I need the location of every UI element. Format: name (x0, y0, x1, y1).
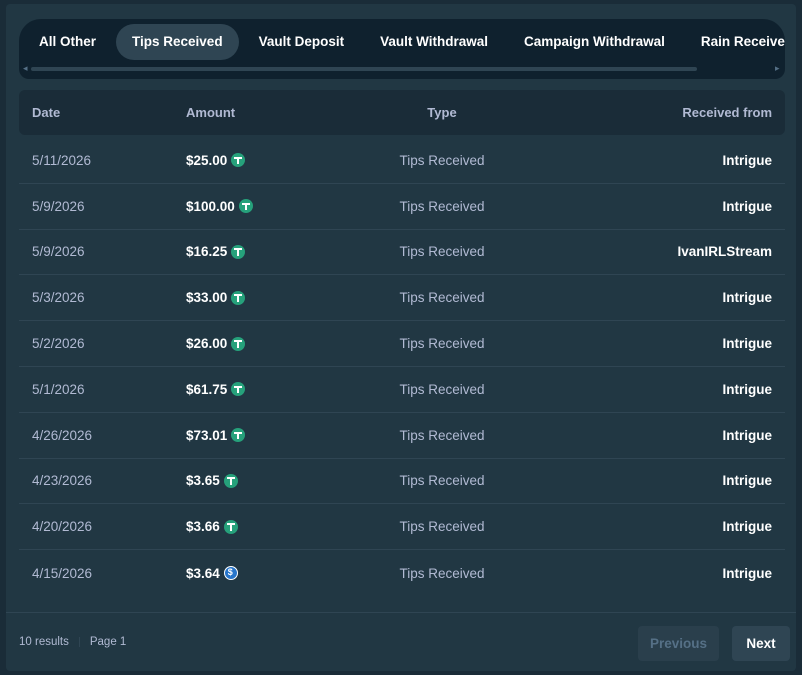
table-row: 5/11/2026 $25.00 Tips Received Intrigue (19, 138, 785, 184)
row-type: Tips Received (399, 473, 485, 489)
row-received-from: Intrigue (722, 152, 773, 168)
tether-icon (231, 244, 246, 259)
row-type: Tips Received (399, 198, 485, 214)
row-type: Tips Received (399, 427, 485, 443)
transactions-table: 5/11/2026 $25.00 Tips Received Intrigue 5/9/… (19, 138, 785, 596)
table-row: 5/2/2026 $26.00 Tips Received Intrigue (19, 321, 785, 367)
row-date: 4/15/2026 (32, 565, 93, 581)
row-date: 4/20/2026 (32, 519, 93, 535)
row-type: Tips Received (399, 152, 485, 168)
tab-campaign-withdrawal[interactable]: Campaign Withdrawal (508, 24, 681, 60)
table-row: 4/15/2026 $3.64 Tips Received Intrigue (19, 550, 785, 596)
row-type: Tips Received (399, 336, 485, 352)
header-amount: Amount (186, 105, 236, 120)
row-amount: $3.64 (186, 566, 361, 581)
tether-icon (231, 336, 246, 351)
header-date: Date (32, 105, 61, 120)
row-type: Tips Received (399, 519, 485, 535)
row-received-from: Intrigue (722, 427, 773, 443)
usdc-icon (223, 566, 238, 581)
tab-rain-received[interactable]: Rain Received (685, 24, 785, 60)
tether-icon (231, 153, 246, 168)
row-amount: $61.75 (186, 382, 361, 397)
table-header: Date Amount Type Received from (19, 90, 785, 135)
table-row: 4/26/2026 $73.01 Tips Received Intrigue (19, 413, 785, 459)
tab-all-other[interactable]: All Other (23, 24, 112, 60)
tether-icon (238, 199, 253, 214)
row-date: 5/9/2026 (32, 244, 85, 260)
header-received-from: Received from (682, 105, 772, 120)
tab-bar: All Other Tips Received Vault Deposit Vault… (19, 19, 785, 79)
row-date: 4/23/2026 (32, 473, 93, 489)
amount-value: $3.65 (186, 473, 220, 489)
row-date: 5/2/2026 (32, 336, 85, 352)
row-type: Tips Received (399, 565, 485, 581)
amount-value: $33.00 (186, 290, 228, 306)
row-date: 5/11/2026 (32, 152, 92, 168)
horizontal-scrollbar[interactable] (31, 67, 771, 71)
row-amount: $73.01 (186, 428, 361, 443)
row-type: Tips Received (399, 244, 485, 260)
row-date: 5/9/2026 (32, 198, 85, 214)
row-received-from: Intrigue (722, 565, 773, 581)
footer-divider (6, 612, 796, 613)
tab-vault-withdrawal[interactable]: Vault Withdrawal (364, 24, 504, 60)
row-amount: $100.00 (186, 199, 361, 214)
tab-vault-deposit[interactable]: Vault Deposit (243, 24, 361, 60)
row-amount: $3.65 (186, 473, 361, 488)
row-received-from: IvanIRLStream (677, 244, 772, 260)
tab-tips-received[interactable]: Tips Received (116, 24, 239, 60)
amount-value: $73.01 (186, 427, 228, 443)
scroll-right-arrow-icon[interactable]: ▸ (775, 63, 780, 74)
row-received-from: Intrigue (722, 473, 773, 489)
table-row: 5/9/2026 $100.00 Tips Received Intrigue (19, 184, 785, 230)
table-row: 5/9/2026 $16.25 Tips Received IvanIRLStream (19, 230, 785, 276)
previous-button[interactable]: Previous (638, 626, 719, 661)
results-count: 10 results (19, 636, 69, 648)
header-type: Type (427, 105, 457, 120)
amount-value: $16.25 (186, 244, 228, 260)
amount-value: $25.00 (186, 152, 228, 168)
amount-value: $61.75 (186, 381, 228, 397)
row-date: 5/3/2026 (32, 290, 85, 306)
tether-icon (223, 473, 238, 488)
tether-icon (223, 519, 238, 534)
amount-value: $3.64 (186, 565, 220, 581)
amount-value: $100.00 (186, 198, 235, 214)
next-button[interactable]: Next (732, 626, 790, 661)
row-date: 5/1/2026 (32, 381, 85, 397)
page-indicator: Page 1 (89, 636, 127, 648)
amount-value: $26.00 (186, 336, 228, 352)
table-row: 5/3/2026 $33.00 Tips Received Intrigue (19, 275, 785, 322)
row-received-from: Intrigue (722, 381, 773, 397)
row-type: Tips Received (399, 290, 485, 306)
table-row: 4/20/2026 $3.66 Tips Received Intrigue (19, 504, 785, 551)
tether-icon (231, 428, 246, 443)
row-received-from: Intrigue (722, 519, 773, 535)
separator (78, 637, 80, 647)
row-received-from: Intrigue (722, 336, 773, 352)
row-amount: $3.66 (186, 519, 361, 534)
table-row: 4/23/2026 $3.65 Tips Received Intrigue (19, 459, 785, 505)
row-date: 4/26/2026 (32, 427, 93, 443)
row-amount: $16.25 (186, 244, 361, 259)
amount-value: $3.66 (186, 519, 220, 535)
scroll-left-arrow-icon[interactable]: ◂ (23, 63, 28, 74)
tether-icon (231, 382, 246, 397)
row-amount: $33.00 (186, 290, 361, 305)
row-received-from: Intrigue (722, 290, 773, 306)
scrollbar-thumb[interactable] (31, 67, 697, 71)
row-type: Tips Received (399, 381, 485, 397)
row-amount: $25.00 (186, 153, 361, 168)
row-amount: $26.00 (186, 336, 361, 351)
pagination-info: 10 results Page 1 (19, 636, 126, 648)
tether-icon (231, 290, 246, 305)
table-row: 5/1/2026 $61.75 Tips Received Intrigue (19, 367, 785, 413)
row-received-from: Intrigue (722, 198, 773, 214)
